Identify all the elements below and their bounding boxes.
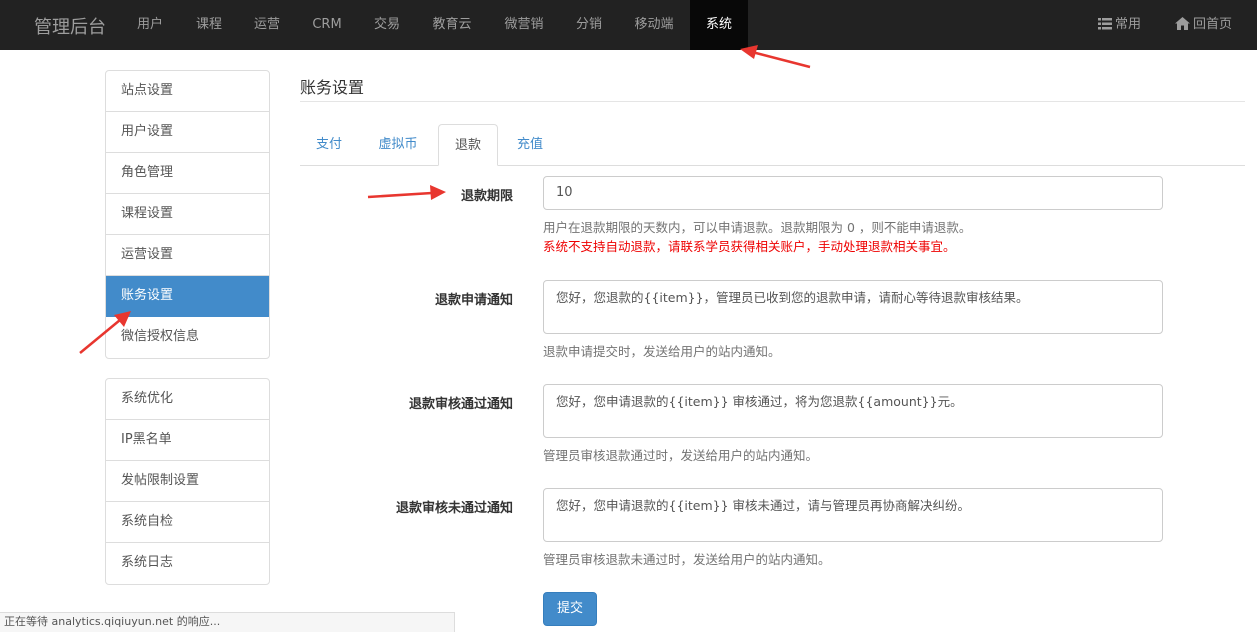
arrow-to-finance-settings: [79, 311, 131, 354]
arrow-to-system-nav: [740, 45, 811, 69]
annotation-arrows: [79, 45, 811, 354]
arrow-to-refund-period: [367, 185, 446, 200]
